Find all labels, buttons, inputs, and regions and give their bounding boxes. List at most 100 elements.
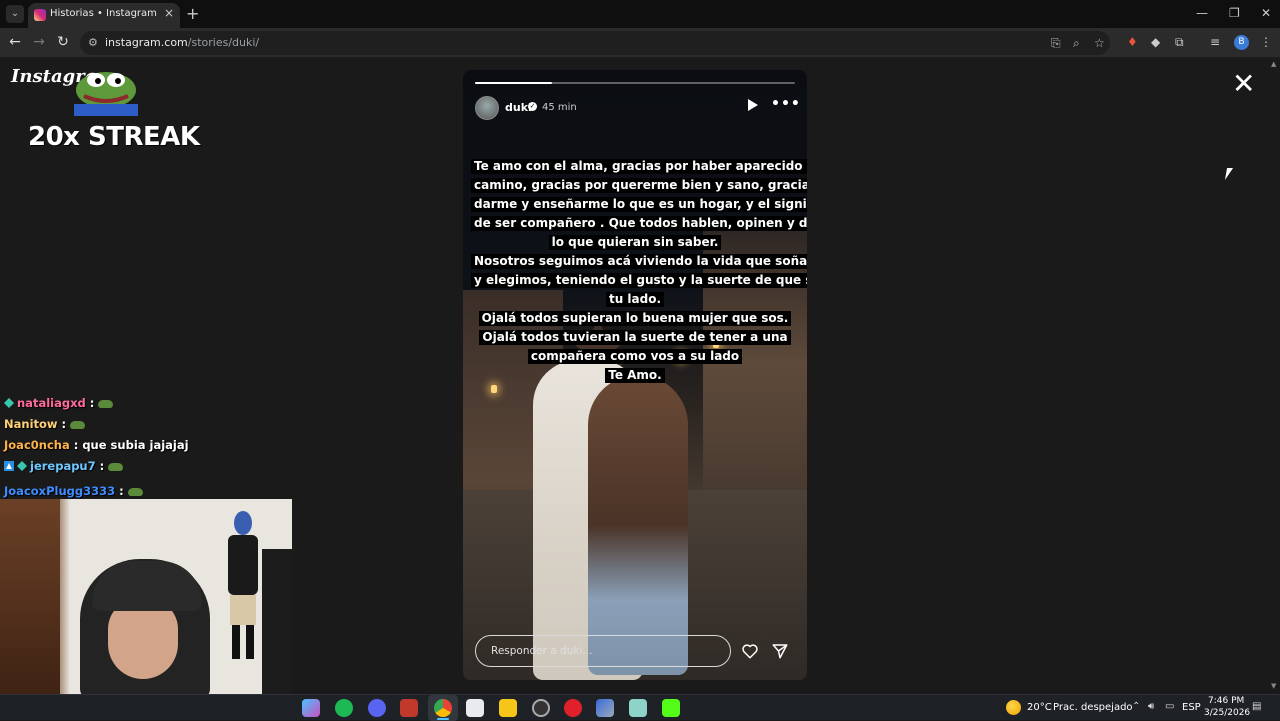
voicemeeter-icon[interactable]	[400, 699, 418, 717]
bookmark-star-icon[interactable]: ☆	[1094, 36, 1105, 50]
tab-close-icon[interactable]: ×	[164, 6, 174, 20]
tab-instagram[interactable]: Historias • Instagram ×	[28, 3, 180, 28]
steam-icon[interactable]	[532, 699, 550, 717]
caption-line: Te Amo.	[605, 368, 665, 383]
streamer-face	[108, 599, 178, 679]
chat-message: jerepapu7 :	[4, 459, 124, 473]
chat-username: JoacoxPlugg3333	[4, 484, 116, 498]
chat-message: Joac0ncha : que subia jajajaj	[4, 438, 189, 452]
browser-toolbar: ← → ↻ ⚙ instagram.com/stories/duki/ ⎘ ⌕ …	[0, 28, 1280, 58]
chat-message: Nanitow :	[4, 417, 86, 431]
profile-avatar[interactable]: B	[1234, 35, 1249, 50]
streamer-hood	[92, 561, 202, 611]
volume-icon[interactable]: 🔊︎	[1148, 701, 1154, 712]
caption-line: Nosotros seguimos acá viviendo la vida q…	[471, 254, 807, 269]
send-icon[interactable]	[771, 642, 789, 660]
scroll-up-icon[interactable]: ▲	[1271, 60, 1276, 68]
chat-message: nataliagxd :	[4, 396, 114, 410]
address-bar[interactable]: ⚙ instagram.com/stories/duki/ ⎘ ⌕ ☆	[80, 31, 1110, 55]
page-scrollbar[interactable]	[1270, 58, 1280, 694]
browser-tab-bar: ⌄ Historias • Instagram × + — ❐ ✕	[0, 0, 1280, 28]
story-caption: Te amo con el alma, gracias por haber ap…	[471, 155, 807, 383]
clock-date[interactable]: 3/25/2026	[1204, 708, 1250, 718]
chrome-icon[interactable]	[434, 699, 452, 717]
chat-username: Nanitow	[4, 417, 58, 431]
story-person-woman	[588, 375, 688, 675]
clock-time[interactable]: 7:46 PM	[1208, 696, 1244, 706]
scroll-down-icon[interactable]: ▼	[1271, 682, 1276, 690]
caption-line: lo que quieran sin saber.	[548, 235, 722, 250]
file-explorer-icon[interactable]	[499, 699, 517, 717]
story-author-avatar[interactable]	[475, 96, 499, 120]
kick-icon[interactable]	[662, 699, 680, 717]
language-indicator[interactable]: ESP	[1182, 702, 1201, 713]
story-progress-bar	[475, 82, 795, 84]
verified-badge-icon: ✓	[528, 102, 537, 111]
reply-input[interactable]	[475, 635, 731, 667]
minimize-icon[interactable]: —	[1196, 6, 1208, 20]
url-text[interactable]: instagram.com/stories/duki/	[105, 36, 259, 49]
new-tab-button[interactable]: +	[186, 4, 199, 23]
instagram-stories-page: Instagram 20x STREAK nataliagxd : Nanito…	[0, 58, 1280, 694]
temperature[interactable]: 20°C	[1027, 702, 1052, 713]
back-icon[interactable]: ←	[6, 34, 24, 50]
chat-username: nataliagxd	[17, 396, 86, 410]
caption-line: compañera como vos a su lado	[527, 349, 743, 364]
more-options-icon[interactable]: •••	[771, 96, 801, 112]
streak-overlay: 20x STREAK	[28, 122, 200, 152]
tab-title: Historias • Instagram	[50, 8, 157, 19]
pepe-emote-icon	[98, 399, 114, 408]
webcam-door	[0, 499, 60, 694]
like-heart-icon[interactable]	[741, 642, 759, 660]
pepe-emote-icon	[70, 420, 86, 429]
caption-line: Ojalá todos tuvieran la suerte de tener …	[479, 330, 791, 345]
windows-taskbar: 20°C Prac. despejado ⌃ 🔊︎ ▭ ESP 7:46 PM …	[0, 694, 1280, 721]
chat-username: jerepapu7	[30, 459, 96, 473]
notifications-icon[interactable]: ▤	[1252, 701, 1261, 712]
opera-icon[interactable]	[564, 699, 582, 717]
chat-message-text: que subia jajajaj	[82, 438, 189, 452]
play-icon[interactable]	[748, 99, 758, 111]
browser-menu-icon[interactable]: ⋮	[1260, 35, 1272, 49]
restore-icon[interactable]: ❐	[1229, 6, 1240, 20]
forward-icon[interactable]: →	[30, 34, 48, 50]
extensions-puzzle-icon[interactable]: ⧉	[1175, 35, 1184, 50]
weather-description[interactable]: Prac. despejado	[1053, 702, 1133, 713]
reload-icon[interactable]: ↻	[54, 34, 72, 50]
webcam-mannequin	[228, 511, 258, 659]
story-viewer[interactable]: duki ✓ 45 min ••• Te amo con el alma, gr…	[463, 70, 807, 680]
reading-list-icon[interactable]: ≡	[1210, 35, 1220, 49]
window-close-icon[interactable]: ✕	[1261, 6, 1271, 20]
site-info-icon[interactable]: ⚙	[88, 36, 98, 49]
extension-fox-icon[interactable]: ♦	[1127, 35, 1138, 49]
close-story-icon[interactable]: ✕	[1232, 70, 1255, 98]
caption-line: darme y enseñarme lo que es un hogar, y …	[471, 197, 807, 212]
pepe-emote-icon	[127, 487, 143, 496]
pepe-frog-icon	[74, 72, 138, 116]
discord-icon[interactable]	[368, 699, 386, 717]
obs-icon[interactable]	[466, 699, 484, 717]
caption-line: camino, gracias por quererme bien y sano…	[471, 178, 807, 193]
app-icon[interactable]	[596, 699, 614, 717]
install-app-icon[interactable]: ⎘	[1051, 36, 1061, 51]
story-lantern	[491, 385, 497, 393]
webcam-chair	[262, 549, 292, 694]
chat-username: Joac0ncha	[4, 438, 70, 452]
zoom-icon[interactable]: ⌕	[1073, 36, 1080, 51]
prime-badge-icon	[4, 461, 14, 471]
caption-line: y elegimos, teniendo el gusto y la suert…	[471, 273, 807, 288]
tray-chevron-icon[interactable]: ⌃	[1132, 701, 1140, 712]
copilot-icon[interactable]	[302, 699, 320, 717]
extension-icon[interactable]: ◆	[1151, 35, 1160, 49]
chat-badge-icon	[4, 398, 14, 408]
caption-line: Ojalá todos supieran lo buena mujer que …	[478, 311, 792, 326]
instagram-favicon-icon	[34, 9, 46, 21]
story-timestamp: 45 min	[542, 102, 577, 113]
network-icon[interactable]: ▭	[1165, 701, 1174, 712]
caption-line: Te amo con el alma, gracias por haber ap…	[471, 159, 807, 174]
weather-sun-icon[interactable]	[1006, 700, 1021, 715]
tab-search-button[interactable]: ⌄	[6, 5, 24, 23]
pepe-emote-icon	[108, 462, 124, 471]
spotify-icon[interactable]	[335, 699, 353, 717]
notepad-icon[interactable]	[629, 699, 647, 717]
